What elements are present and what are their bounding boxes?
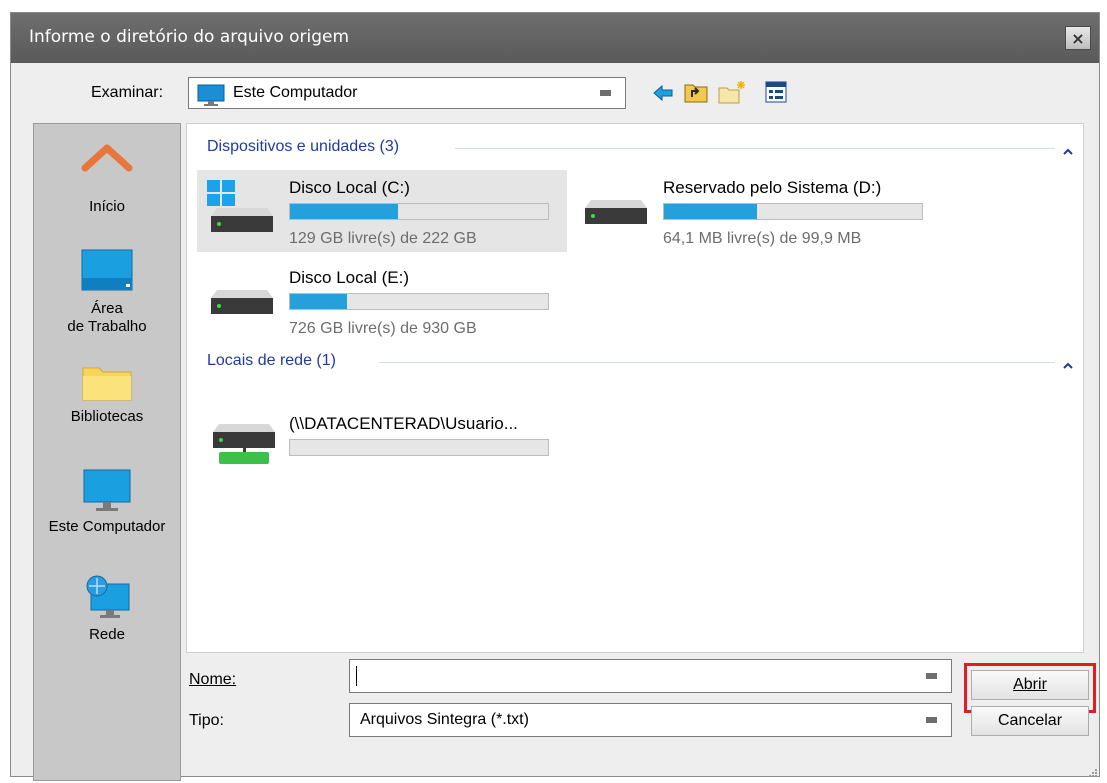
close-icon: × [1071, 28, 1085, 48]
open-button-label: Abrir [1013, 676, 1047, 693]
network-icon [83, 574, 131, 626]
place-label: Este Computador [48, 518, 166, 535]
group-divider [455, 148, 1055, 149]
file-name-label: Nome: [189, 671, 237, 688]
file-type-value: Arquivos Sintegra (*.txt) [360, 711, 529, 728]
drive-d[interactable]: Reservado pelo Sistema (D:) 64,1 MB livr… [571, 170, 941, 252]
places-bar: Início Área de Trabalho Bibliotecas Este… [33, 123, 181, 781]
drive-e[interactable]: Disco Local (E:) 726 GB livre(s) de 930 … [197, 260, 567, 342]
title-bar[interactable]: Informe o diretório do arquivo origem × [11, 13, 1099, 63]
drive-usage-fill [290, 294, 347, 309]
combo-dropdown-icon[interactable] [600, 90, 611, 96]
text-cursor [356, 666, 357, 686]
drive-name: (\\DATACENTERAD\Usuario... [289, 414, 518, 433]
drive-usage-fill [664, 204, 757, 219]
computer-icon [197, 84, 225, 111]
drive-usage-bar [289, 203, 549, 220]
up-folder-icon[interactable] [683, 79, 709, 110]
resize-grip-icon[interactable] [1088, 765, 1098, 783]
drive-free-space: 726 GB livre(s) de 930 GB [289, 320, 477, 337]
place-label: Bibliotecas [70, 408, 144, 425]
open-button[interactable]: Abrir [971, 670, 1089, 700]
file-type-label: Tipo: [189, 712, 224, 729]
place-inicio[interactable]: Início [34, 138, 180, 228]
drive-usage-bar [289, 439, 549, 456]
group-header-devices[interactable]: Dispositivos e unidades (3) [207, 138, 399, 156]
desktop-icon [80, 248, 134, 298]
place-label: Início [89, 198, 125, 215]
drive-name: Disco Local (C:) [289, 178, 410, 197]
hard-drive-icon [579, 196, 651, 237]
cancel-button-label: Cancelar [997, 712, 1063, 729]
drive-free-space: 64,1 MB livre(s) de 99,9 MB [663, 230, 862, 247]
drive-free-space: 129 GB livre(s) de 222 GB [289, 230, 477, 247]
libraries-folder-icon [81, 362, 133, 406]
place-label: Rede [89, 626, 125, 643]
place-area-de-trabalho[interactable]: Área de Trabalho [34, 242, 180, 342]
drive-usage-bar [663, 203, 923, 220]
group-header-network[interactable]: Locais de rede (1) [207, 352, 336, 370]
network-drive-icon [207, 420, 279, 477]
home-icon [81, 144, 133, 192]
hard-drive-icon [205, 286, 277, 327]
network-drive[interactable]: (\\DATACENTERAD\Usuario... [197, 406, 567, 488]
look-in-combo[interactable]: Este Computador [188, 77, 626, 109]
combo-dropdown-icon[interactable] [926, 673, 937, 679]
collapse-chevron-icon[interactable] [1063, 144, 1073, 155]
combo-dropdown-icon[interactable] [926, 717, 937, 723]
new-folder-icon[interactable] [717, 79, 747, 110]
drive-usage-bar [289, 293, 549, 310]
drive-usage-fill [290, 204, 399, 219]
group-divider [379, 362, 1055, 363]
close-button[interactable]: × [1065, 26, 1091, 50]
place-label: Área de Trabalho [67, 300, 147, 335]
cancel-button[interactable]: Cancelar [971, 706, 1089, 736]
file-list-area[interactable]: Dispositivos e unidades (3) Disco Local … [186, 123, 1084, 653]
dialog-title: Informe o diretório do arquivo origem [29, 27, 350, 47]
look-in-label: Examinar: [91, 84, 164, 101]
windows-drive-icon [205, 178, 277, 247]
drive-name: Disco Local (E:) [289, 268, 409, 287]
place-rede[interactable]: Rede [34, 570, 180, 660]
computer-icon [82, 468, 132, 518]
file-name-input[interactable] [349, 659, 952, 693]
view-menu-icon[interactable] [765, 81, 787, 108]
file-type-select[interactable]: Arquivos Sintegra (*.txt) [349, 703, 952, 737]
place-este-computador[interactable]: Este Computador [34, 462, 180, 552]
place-bibliotecas[interactable]: Bibliotecas [34, 356, 180, 446]
back-arrow-icon[interactable] [651, 81, 675, 110]
drive-name: Reservado pelo Sistema (D:) [663, 178, 882, 197]
drive-c[interactable]: Disco Local (C:) 129 GB livre(s) de 222 … [197, 170, 567, 252]
look-in-value: Este Computador [233, 84, 358, 101]
collapse-chevron-icon[interactable] [1063, 358, 1073, 369]
open-dialog: Informe o diretório do arquivo origem × … [10, 12, 1100, 781]
